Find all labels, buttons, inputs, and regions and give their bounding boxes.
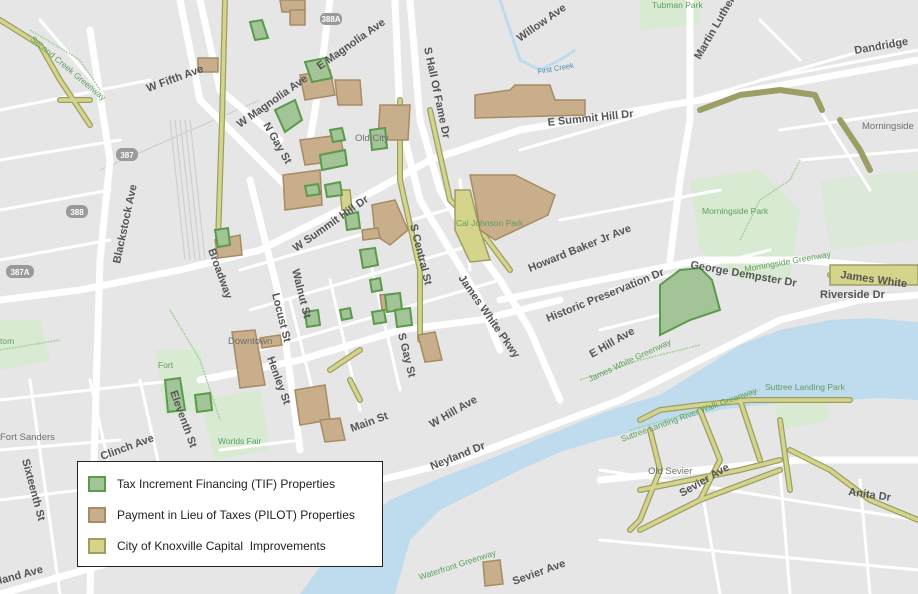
legend-swatch-capital	[88, 538, 106, 554]
route-shield-388a: 388A	[320, 13, 342, 25]
svg-text:388A: 388A	[321, 15, 340, 24]
legend-label-capital: City of Knoxville Capital Improvements	[117, 539, 326, 553]
park-label: Cal Johnson Park	[456, 218, 524, 228]
route-shield-387a: 387A	[6, 265, 34, 278]
legend-swatch-pilot	[88, 507, 106, 523]
legend-label-pilot: Payment in Lieu of Taxes (PILOT) Propert…	[117, 508, 355, 522]
route-shield-388: 388	[66, 205, 88, 218]
svg-text:388: 388	[70, 208, 84, 217]
legend-swatch-tif	[88, 476, 106, 492]
legend-item-pilot: Payment in Lieu of Taxes (PILOT) Propert…	[88, 507, 355, 523]
legend-label-tif: Tax Increment Financing (TIF) Properties	[117, 477, 336, 491]
area-label: Old City	[355, 133, 389, 144]
park-label: Morningside Park	[702, 206, 769, 216]
area-label: Morningside	[862, 121, 914, 132]
park-label: Tubman Park	[652, 0, 703, 10]
area-label: Old Sevier	[648, 466, 692, 477]
park-label: Worlds Fair	[218, 436, 261, 446]
map-legend: Tax Increment Financing (TIF) Properties…	[77, 461, 383, 567]
legend-item-tif: Tax Increment Financing (TIF) Properties	[88, 476, 335, 492]
park-label: Fort	[158, 360, 174, 370]
park-label: tom	[0, 336, 14, 346]
area-label: Downtown	[228, 336, 272, 347]
legend-item-capital: City of Knoxville Capital Improvements	[88, 538, 326, 554]
street-label: Riverside Dr	[820, 289, 886, 301]
route-shield-387: 387	[116, 148, 138, 161]
park-label: Suttree Landing Park	[765, 382, 846, 392]
svg-text:387A: 387A	[10, 268, 29, 277]
area-label: Fort Sanders	[0, 432, 55, 443]
svg-text:387: 387	[120, 151, 134, 160]
